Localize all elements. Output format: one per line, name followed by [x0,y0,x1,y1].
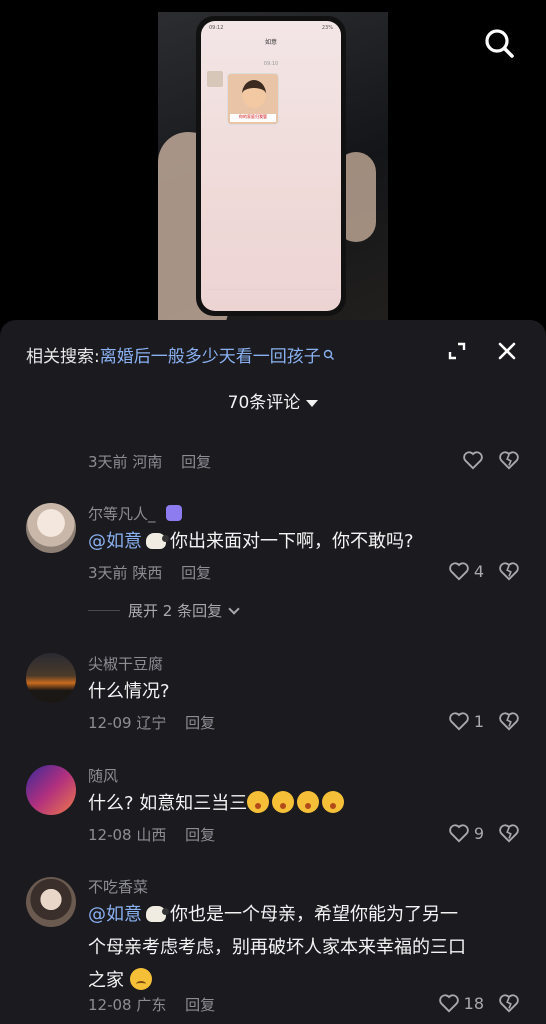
video-player[interactable]: 09:12 23% 如意 09:10 你的家庭归我管 [0,0,546,330]
video-frame: 09:12 23% 如意 09:10 你的家庭归我管 [158,12,388,330]
comment-time: 12-08 [88,826,132,844]
comment-text: @如意 你出来面对一下啊，你不敢吗? [88,525,518,558]
reply-button[interactable]: 回复 [181,453,211,471]
comment-text: 什么情况? [88,675,518,708]
heart-icon [438,994,459,1013]
chevron-down-icon [306,399,319,407]
comment-location: 广东 [136,996,167,1014]
comment-time: 3天前 [88,453,128,471]
search-icon[interactable] [482,26,516,60]
comment-sheet: 相关搜索:离婚后一般多少天看一回孩子 70条评论 3天前 河南 回复 尔等凡人_… [0,320,546,1024]
sheep-emoji [146,533,169,549]
chevron-down-icon [228,602,240,615]
close-icon[interactable] [496,340,518,362]
reply-button[interactable]: 回复 [181,564,211,582]
broken-heart-icon[interactable] [498,450,520,470]
heart-icon [463,451,483,470]
comment-count-dropdown[interactable]: 70条评论 [0,388,546,413]
broken-heart-icon[interactable] [498,823,520,843]
broken-heart-icon[interactable] [498,561,520,581]
phone-chat-title: 如意 [264,39,277,46]
phone-chat-sticker: 你的家庭归我管 [227,73,279,125]
shocked-emoji [247,791,270,813]
comment-meta: 3天前 河南 回复 [88,451,211,472]
phone-input-bar [207,289,335,303]
like-button[interactable]: 18 [438,993,484,1013]
comment-meta: 12-08 广东 回复 [88,994,215,1015]
mention-link[interactable]: @如意 [88,531,142,552]
comment-meta: 3天前 陕西 回复 [88,562,211,583]
comment-body-line3: 之家 [88,970,124,991]
phone-chat-time: 09:10 [263,61,279,67]
comment-location: 河南 [132,453,163,471]
shocked-emoji [272,791,295,813]
heart-icon [449,562,469,581]
like-count: 4 [473,561,484,581]
level-badge-icon [165,505,182,521]
comment-body: 什么情况? [88,681,170,702]
comment-body: 你出来面对一下啊，你不敢吗? [170,531,414,552]
phone-status-bar: 09:12 23% [209,25,333,31]
expand-icon[interactable] [446,340,468,362]
phone-screen: 09:12 23% 如意 09:10 你的家庭归我管 [201,21,341,311]
like-button[interactable]: 1 [448,711,484,731]
comment-username[interactable]: 尔等凡人_ [88,503,182,524]
username-text: 尔等凡人_ [88,505,156,523]
sheep-emoji [146,906,169,922]
heart-icon [449,824,469,843]
comment-text: 什么? 如意知三当三 [88,787,518,820]
like-count: 1 [473,711,484,731]
comment-count: 70条评论 [227,393,301,413]
avatar[interactable] [26,765,76,815]
like-count: 18 [463,993,484,1013]
phone-status-time: 09:12 [209,25,224,31]
comment-username[interactable]: 不吃香菜 [88,876,148,897]
avatar[interactable] [26,877,76,927]
like-button[interactable] [462,450,484,470]
comment-time: 3天前 [88,564,128,582]
comment-body-line2: 个母亲考虑考虑，别再破坏人家本来幸福的三口 [88,937,466,958]
broken-heart-icon[interactable] [498,993,520,1013]
avatar[interactable] [26,653,76,703]
like-count: 9 [473,823,484,843]
avatar[interactable] [26,503,76,553]
reply-button[interactable]: 回复 [185,714,215,732]
phone-chat-avatar [207,71,223,87]
reply-button[interactable]: 回复 [185,996,215,1014]
sticker-caption: 你的家庭归我管 [230,114,276,122]
related-search[interactable]: 相关搜索:离婚后一般多少天看一回孩子 [26,342,335,367]
divider-line [88,610,120,611]
like-button[interactable]: 4 [448,561,484,581]
comment-time: 12-09 [88,714,132,732]
comment-meta: 12-08 山西 回复 [88,824,215,845]
shocked-emoji [322,791,345,813]
comment-location: 山西 [136,826,167,844]
like-button[interactable]: 9 [448,823,484,843]
phone-image: 09:12 23% 如意 09:10 你的家庭归我管 [196,16,346,316]
sad-emoji [129,968,152,990]
reply-button[interactable]: 回复 [185,826,215,844]
comment-text: @如意 你也是一个母亲，希望你能为了另一 个母亲考虑考虑，别再破坏人家本来幸福的三… [88,898,518,997]
related-search-prefix: 相关搜索: [26,347,100,367]
comment-username[interactable]: 随风 [88,765,118,786]
comment-meta: 12-09 辽宁 回复 [88,712,215,733]
heart-icon [449,712,469,731]
comment-location: 陕西 [132,564,163,582]
comment-username[interactable]: 尖椒干豆腐 [88,653,163,674]
broken-heart-icon[interactable] [498,711,520,731]
comment-time: 12-08 [88,996,132,1014]
comment-location: 辽宁 [136,714,167,732]
expand-replies-button[interactable]: 展开 2 条回复 [88,600,240,621]
sticker-face [242,80,266,108]
shocked-emoji [297,791,320,813]
search-small-icon [323,349,334,360]
phone-status-battery: 23% [321,25,333,31]
expand-replies-label: 展开 2 条回复 [128,602,223,620]
mention-link[interactable]: @如意 [88,904,142,925]
comment-body-line1: 你也是一个母亲，希望你能为了另一 [170,904,458,925]
related-search-keyword[interactable]: 离婚后一般多少天看一回孩子 [100,347,321,367]
comment-body: 什么? 如意知三当三 [88,793,248,814]
